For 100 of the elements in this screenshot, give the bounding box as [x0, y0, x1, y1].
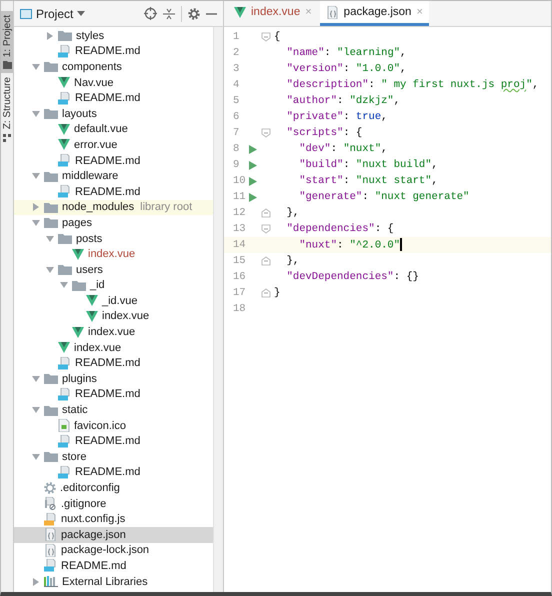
file-name: External Libraries	[62, 576, 148, 588]
line-number: 13	[232, 223, 247, 235]
dropdown-caret-icon	[77, 11, 86, 16]
expanded-arrow-icon[interactable]	[32, 452, 40, 461]
fold-marker-icon[interactable]	[261, 32, 271, 42]
file-name: default.vue	[74, 123, 128, 136]
code-line: "build": "nuxt build",	[298, 159, 438, 171]
markdown-file-icon	[58, 388, 71, 401]
run-icon[interactable]	[249, 144, 257, 154]
run-icon[interactable]	[249, 176, 257, 186]
tree-row[interactable]: favicon.ico	[14, 418, 213, 434]
fold-marker-icon[interactable]	[261, 288, 271, 298]
tree-row[interactable]: package-lock.json	[14, 542, 213, 558]
code-line: "version": "1.0.0",	[286, 63, 406, 75]
file-name: index.vue	[88, 248, 136, 260]
vue-file-icon	[58, 77, 70, 88]
code-line: "devDependencies": {}	[286, 271, 419, 283]
folder-name: plugins	[62, 372, 97, 385]
collapsed-arrow-icon[interactable]	[46, 32, 54, 40]
tree-row[interactable]: posts	[14, 230, 213, 246]
locate-icon[interactable]	[144, 7, 157, 20]
tool-window-tab[interactable]: 1: Project	[1, 11, 13, 74]
tree-row[interactable]: pages	[14, 215, 213, 231]
expanded-arrow-icon[interactable]	[32, 62, 40, 71]
vue-file-icon	[86, 310, 98, 322]
tree-row[interactable]: components	[14, 59, 213, 75]
tree-row[interactable]: Nav.vue	[14, 74, 213, 90]
tree-row[interactable]: index.vue	[14, 324, 213, 340]
tree-row[interactable]: index.vue	[14, 246, 213, 262]
tree-row[interactable]: static	[14, 402, 213, 418]
tree-row[interactable]: README.md	[14, 90, 213, 106]
fold-marker-icon[interactable]	[261, 224, 271, 234]
file-name: README.md	[61, 560, 126, 572]
tree-row[interactable]: index.vue	[14, 340, 213, 356]
expanded-arrow-icon[interactable]	[46, 234, 54, 243]
file-name: README.md	[75, 154, 140, 167]
collapsed-arrow-icon[interactable]	[32, 203, 40, 212]
tree-row[interactable]: External Libraries	[14, 574, 213, 590]
tree-row[interactable]: README.md	[14, 44, 213, 60]
tool-window-tab[interactable]: Z: Structure	[1, 73, 13, 146]
tree-row[interactable]: package.json	[14, 527, 213, 543]
line-number: 17	[232, 287, 247, 299]
scrollbar[interactable]	[213, 27, 223, 592]
tree-row[interactable]: node_modules library root	[14, 200, 213, 216]
tree-row[interactable]: middleware	[14, 168, 213, 184]
run-icon[interactable]	[249, 160, 257, 170]
expanded-arrow-icon[interactable]	[46, 266, 54, 274]
expanded-arrow-icon[interactable]	[32, 374, 40, 383]
tree-row[interactable]: error.vue	[14, 137, 213, 153]
code-line: "scripts": {	[286, 127, 362, 139]
tree-row[interactable]: store	[14, 449, 213, 465]
vue-file-icon	[72, 248, 84, 260]
tree-row[interactable]: README.md	[14, 152, 213, 168]
collapse-all-icon[interactable]	[163, 8, 175, 20]
file-name: README.md	[75, 45, 140, 58]
file-name: Nav.vue	[74, 76, 114, 89]
code-line: "name": "learning",	[286, 47, 406, 59]
fold-marker-icon[interactable]	[261, 128, 271, 138]
folder-icon	[44, 61, 58, 72]
file-name: README.md	[75, 92, 140, 104]
folder-name: middleware	[62, 170, 118, 182]
code-line: "dev": "nuxt",	[298, 143, 388, 155]
editor-tab[interactable]: package.json ×	[320, 1, 429, 26]
project-view-dropdown[interactable]: Project	[20, 6, 86, 20]
editor-tab[interactable]: index.vue ×	[228, 1, 318, 26]
vue-file-icon	[58, 139, 70, 150]
collapsed-arrow-icon[interactable]	[32, 578, 40, 586]
expanded-arrow-icon[interactable]	[32, 172, 40, 180]
file-name: README.md	[75, 435, 140, 448]
tree-row[interactable]: _id.vue	[14, 293, 213, 309]
tree-row[interactable]: .gitignore	[14, 496, 213, 512]
expanded-arrow-icon[interactable]	[32, 406, 40, 414]
tree-row[interactable]: README.md	[14, 464, 213, 480]
fold-marker-icon[interactable]	[261, 208, 271, 218]
tree-row[interactable]: _id	[14, 278, 213, 294]
fold-marker-icon[interactable]	[261, 256, 271, 266]
tree-row[interactable]: README.md	[14, 184, 213, 200]
tree-row[interactable]: nuxt.config.js	[14, 511, 213, 527]
tree-row[interactable]: layouts	[14, 106, 213, 122]
tree-row[interactable]: README.md	[14, 558, 213, 574]
tree-row[interactable]: styles	[14, 28, 213, 44]
tree-row[interactable]: README.md	[14, 386, 213, 402]
markdown-file-icon	[58, 154, 71, 168]
folder-name: posts	[76, 232, 102, 245]
tree-row[interactable]: index.vue	[14, 308, 213, 324]
expanded-arrow-icon[interactable]	[32, 110, 40, 118]
folder-icon	[58, 264, 72, 276]
markdown-file-icon	[58, 185, 71, 198]
tree-row[interactable]: .editorconfig	[14, 480, 213, 496]
file-name: README.md	[75, 357, 140, 370]
tree-row[interactable]: users	[14, 262, 213, 278]
expanded-arrow-icon[interactable]	[32, 218, 40, 227]
tree-row[interactable]: README.md	[14, 355, 213, 372]
expanded-arrow-icon[interactable]	[60, 281, 68, 290]
tree-row[interactable]: default.vue	[14, 122, 213, 138]
tree-row[interactable]: README.md	[14, 433, 213, 450]
run-icon[interactable]	[249, 192, 257, 202]
settings-icon[interactable]	[188, 8, 200, 20]
markdown-file-icon	[58, 466, 71, 479]
tree-row[interactable]: plugins	[14, 371, 213, 387]
